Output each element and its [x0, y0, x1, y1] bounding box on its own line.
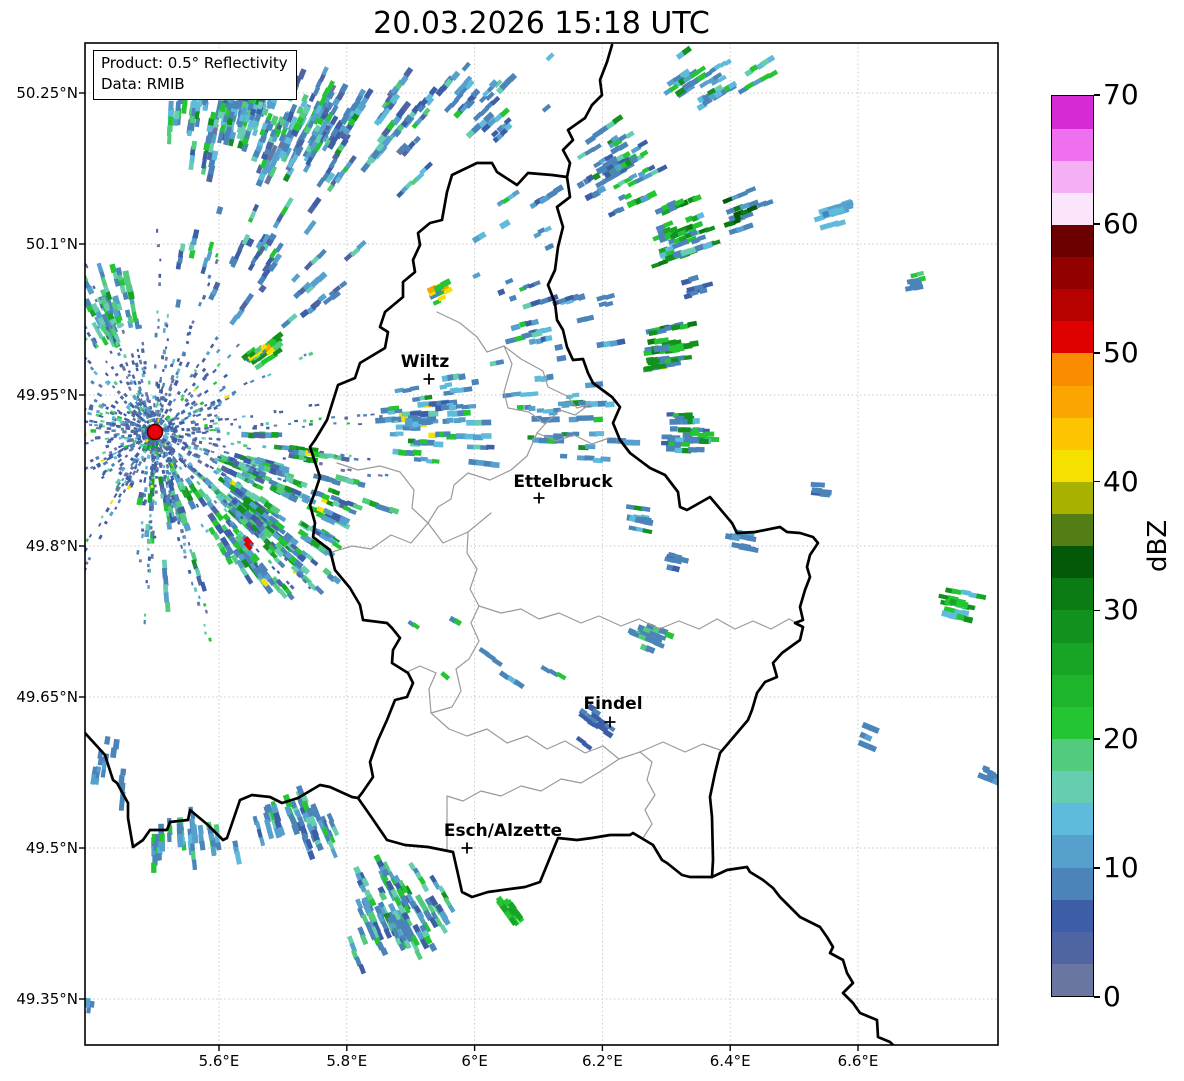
colorbar-tick-label: 50: [1103, 335, 1139, 369]
moselle-border: [710, 865, 895, 1045]
product-info-box: Product: 0.5° Reflectivity Data: RMIB: [93, 50, 297, 100]
city-label: Findel: [583, 694, 643, 714]
city-label: Esch/Alzette: [443, 821, 563, 841]
colorbar-tick-label: 30: [1103, 593, 1139, 627]
colorbar-swatch: [1052, 866, 1093, 900]
colorbar-tick: [1094, 996, 1100, 998]
country-borders: [85, 43, 895, 1045]
colorbar-swatch: [1052, 802, 1093, 836]
colorbar-swatch: [1052, 256, 1093, 290]
lat-tick-label: 49.35°N: [16, 990, 78, 1008]
colorbar-tick: [1094, 94, 1100, 96]
colorbar-tick-label: 70: [1103, 78, 1139, 111]
colorbar-tick-label: 0: [1103, 980, 1121, 1013]
city-label: Ettelbruck: [513, 472, 613, 492]
colorbar-swatch: [1052, 545, 1093, 579]
lat-tick-label: 50.25°N: [16, 84, 78, 102]
colorbar-tick-label: 40: [1103, 464, 1139, 498]
lat-tick-label: 49.95°N: [16, 386, 78, 404]
colorbar-swatch: [1052, 449, 1093, 482]
colorbar-swatch: [1052, 320, 1093, 354]
colorbar-swatch: [1052, 899, 1093, 932]
colorbar-tick-label: 20: [1103, 722, 1139, 756]
lon-tick-label: 5.8°E: [326, 1052, 368, 1070]
colorbar-swatch: [1052, 963, 1093, 996]
city-marker-icon: [533, 492, 545, 504]
colorbar-swatch: [1052, 642, 1093, 675]
radar-site-marker: [146, 423, 164, 441]
colorbar-tick-label: 10: [1103, 851, 1139, 885]
canton-border-path: [406, 531, 480, 714]
canton-border-path: [639, 741, 721, 753]
colorbar-swatch: [1052, 384, 1093, 418]
colorbar-swatch: [1052, 95, 1093, 129]
data-source-line: Data: RMIB: [101, 75, 185, 93]
lon-tick-label: 6.2°E: [581, 1052, 623, 1070]
colorbar-swatch: [1052, 127, 1093, 161]
colorbar-swatch: [1052, 160, 1093, 193]
colorbar-swatch: [1052, 224, 1093, 258]
colorbar-tick: [1094, 480, 1100, 483]
canton-border-path: [427, 311, 546, 544]
colorbar-tick: [1094, 609, 1100, 612]
colorbar-swatch: [1052, 417, 1093, 450]
lat-tick-label: 49.65°N: [16, 688, 78, 706]
colorbar-tick: [1094, 867, 1100, 869]
colorbar-tick: [1094, 351, 1100, 354]
colorbar-swatch: [1052, 513, 1093, 547]
colorbar: [1051, 95, 1094, 997]
colorbar-swatch: [1052, 577, 1093, 611]
luxembourg-france-border: [356, 796, 714, 899]
colorbar-swatch: [1052, 481, 1093, 515]
canton-border-path: [642, 761, 656, 839]
lon-tick-label: 5.6°E: [198, 1052, 240, 1070]
lat-tick-label: 50.1°N: [25, 235, 78, 253]
colorbar-swatch: [1052, 738, 1093, 772]
colorbar-tick-label: 60: [1103, 206, 1139, 240]
lat-tick-label: 49.5°N: [25, 839, 78, 857]
colorbar-swatch: [1052, 192, 1093, 225]
radar-map-screenshot: 20.03.2026 15:18 UTC Product: 0.5° Refle…: [0, 0, 1184, 1081]
colorbar-swatch: [1052, 288, 1093, 322]
colorbar-swatch: [1052, 609, 1093, 643]
product-line: Product: 0.5° Reflectivity: [101, 54, 288, 72]
lon-tick-label: 6°E: [461, 1052, 488, 1070]
colorbar-swatch: [1052, 834, 1093, 868]
colorbar-swatch: [1052, 352, 1093, 386]
canton-border-path: [430, 712, 653, 763]
radar-echo-field: [85, 45, 998, 1014]
colorbar-tick: [1094, 738, 1100, 741]
city-marker-icon: [461, 842, 473, 854]
colorbar-swatch: [1052, 770, 1093, 804]
city-label: Wiltz: [400, 352, 450, 372]
lat-tick-label: 49.8°N: [25, 537, 78, 555]
belgium-france-border: [85, 731, 360, 849]
city-marker-icon: [423, 373, 435, 385]
lon-tick-label: 6.6°E: [837, 1052, 879, 1070]
colorbar-swatch: [1052, 931, 1093, 964]
colorbar-swatch: [1052, 674, 1093, 707]
map-canvas: [79, 42, 999, 1051]
colorbar-swatch: [1052, 706, 1093, 739]
colorbar-tick: [1094, 223, 1100, 225]
lon-tick-label: 6.4°E: [709, 1052, 751, 1070]
colorbar-unit-label: dBZ: [1143, 519, 1173, 573]
